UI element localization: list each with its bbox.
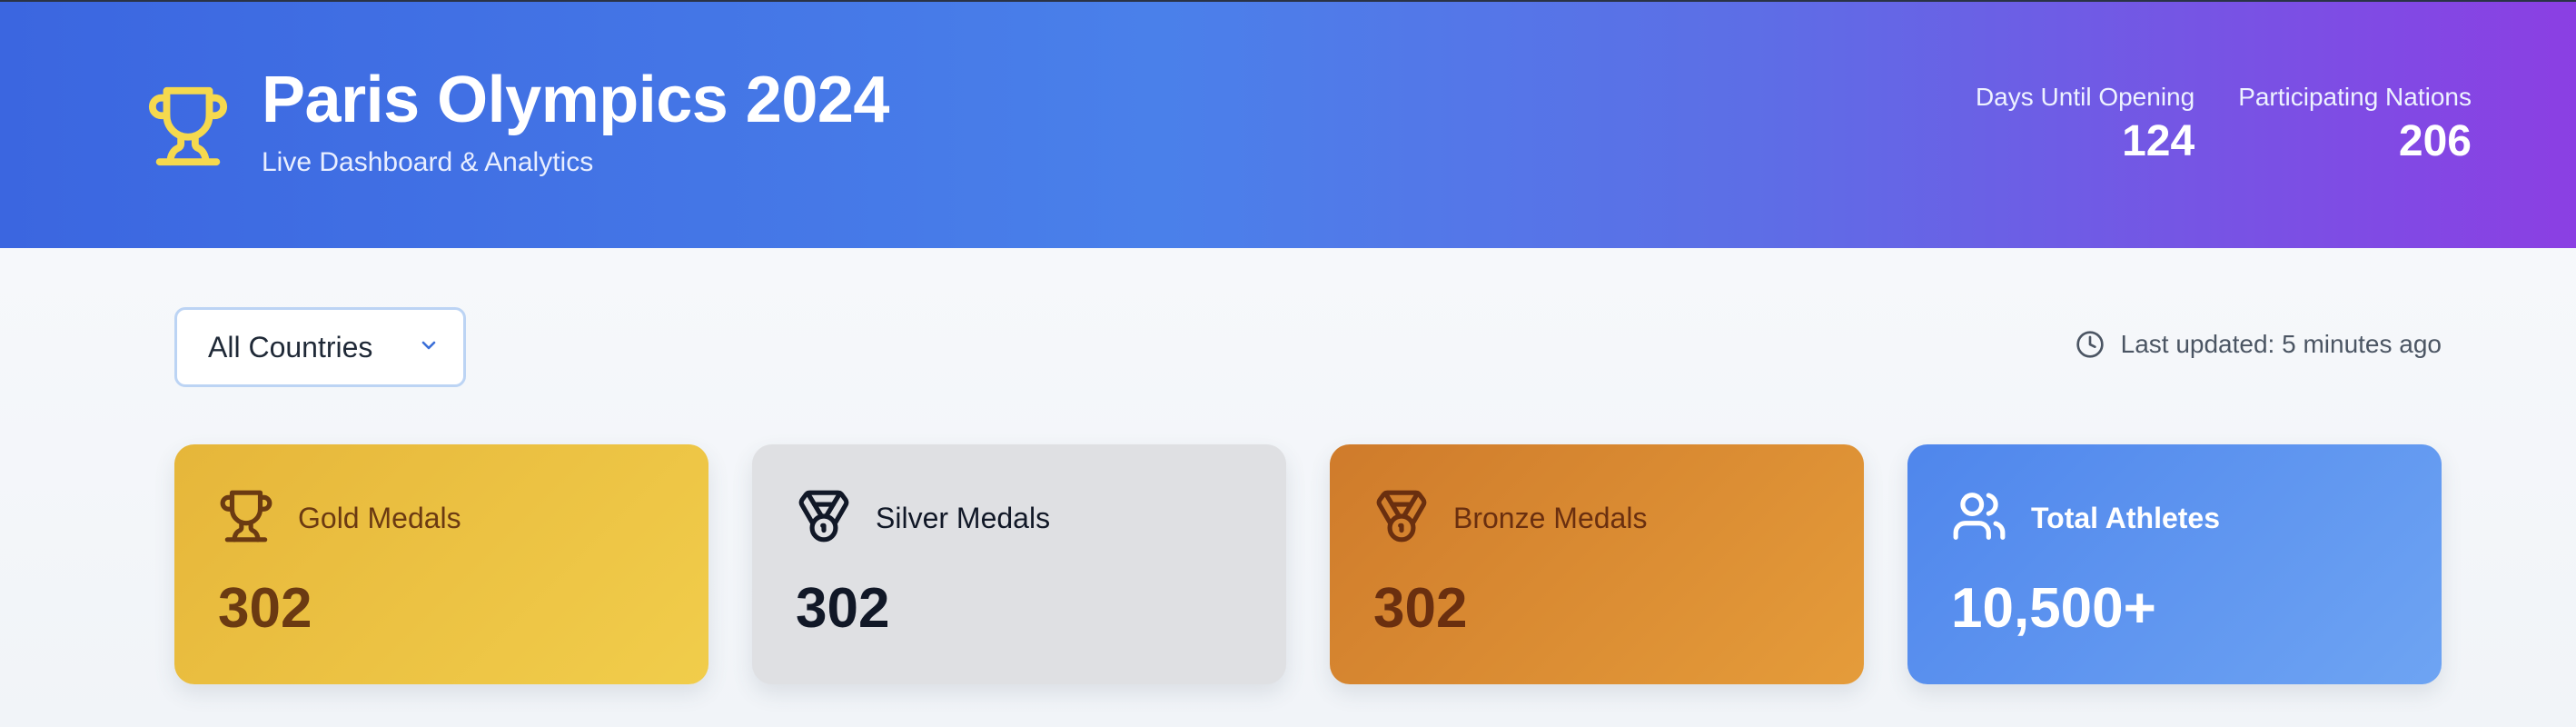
last-updated: Last updated: 5 minutes ago	[2076, 330, 2442, 359]
card-value: 302	[796, 577, 890, 640]
card-bronze-medals: Bronze Medals 302	[1330, 444, 1864, 684]
card-label: Bronze Medals	[1453, 502, 1648, 534]
header-stats: Days Until Opening 124 Participating Nat…	[1976, 82, 2472, 167]
stat-value: 124	[2122, 117, 2195, 165]
card-silver-medals: Silver Medals 302	[752, 444, 1286, 684]
medal-icon	[1376, 490, 1427, 543]
last-updated-text: Last updated: 5 minutes ago	[2120, 330, 2442, 358]
page-title: Paris Olympics 2024	[262, 64, 889, 136]
stat-days-until-opening: Days Until Opening 124	[1976, 82, 2195, 167]
stat-label: Days Until Opening	[1975, 83, 2195, 111]
country-select[interactable]: All Countries	[174, 307, 466, 387]
page-subtitle: Live Dashboard & Analytics	[262, 147, 594, 177]
dashboard-header: Paris Olympics 2024 Live Dashboard & Ana…	[0, 0, 2576, 248]
country-select-value: All Countries	[208, 330, 373, 364]
brand: Paris Olympics 2024 Live Dashboard & Ana…	[145, 62, 889, 178]
chevron-down-icon	[421, 341, 436, 350]
card-value: 10,500+	[1951, 577, 2156, 640]
stat-value: 206	[2398, 117, 2472, 165]
card-label: Gold Medals	[298, 502, 461, 534]
card-total-athletes: Total Athletes 10,500+	[1907, 444, 2442, 684]
users-icon	[1953, 493, 2006, 540]
stat-participating-nations: Participating Nations 206	[2238, 82, 2472, 167]
summary-cards: Gold Medals 302 Silver Medals 302 Bronze…	[174, 444, 2442, 684]
medal-icon	[798, 490, 849, 543]
stat-label: Participating Nations	[2238, 83, 2472, 111]
card-label: Silver Medals	[876, 502, 1051, 534]
clock-icon	[2076, 331, 2104, 358]
card-label: Total Athletes	[2031, 502, 2221, 534]
card-value: 302	[218, 577, 312, 640]
trophy-icon	[220, 490, 272, 543]
card-value: 302	[1373, 577, 1468, 640]
trophy-icon	[148, 86, 228, 166]
card-gold-medals: Gold Medals 302	[174, 444, 708, 684]
dashboard-main: All Countries Last updated: 5 minutes ag…	[0, 248, 2576, 727]
